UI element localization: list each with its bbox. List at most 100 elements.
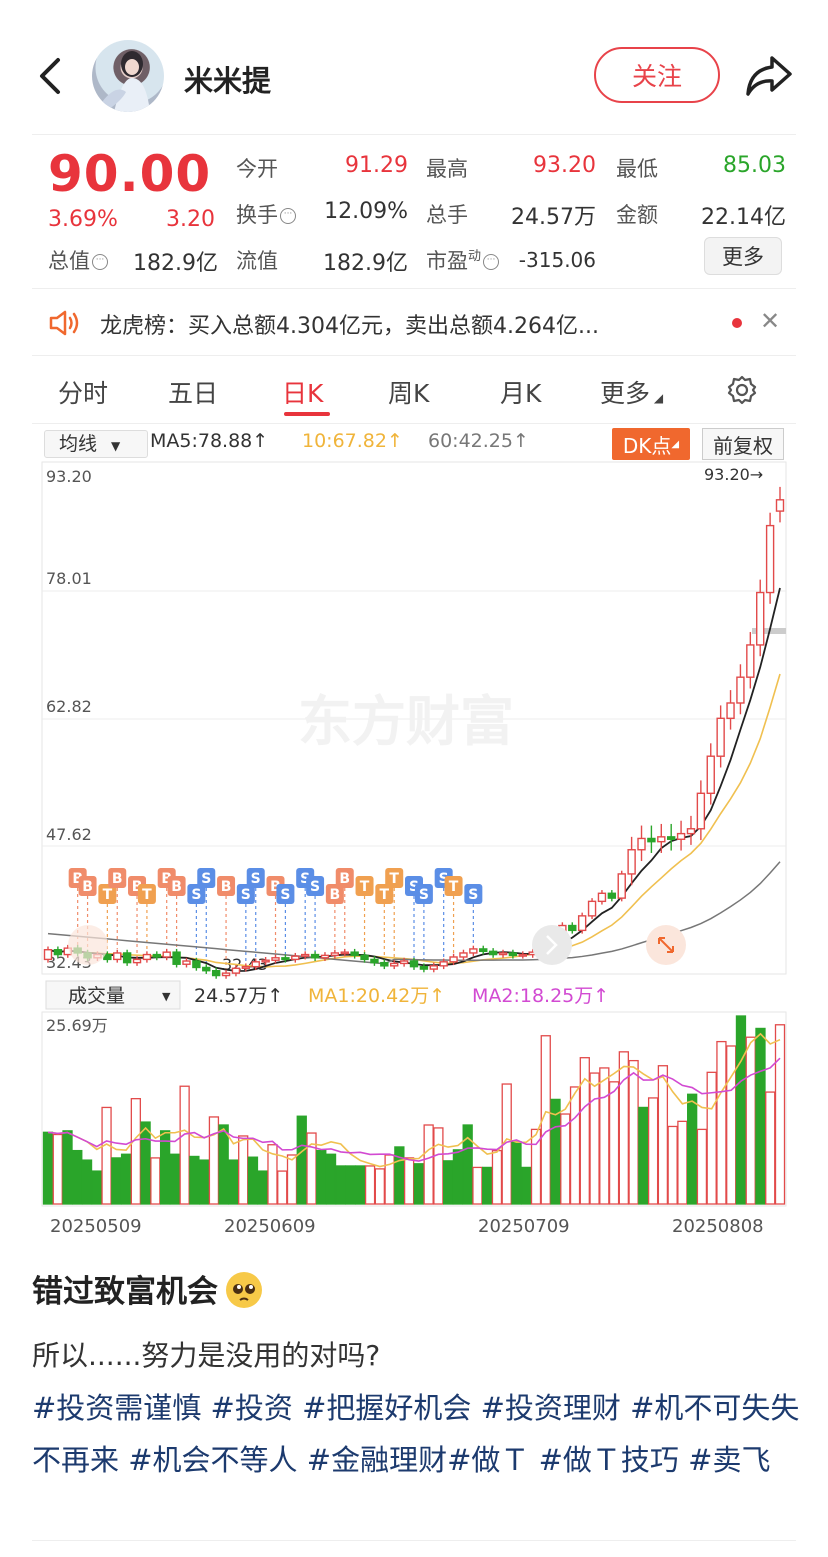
volume-toolbar: 成交量 ▼ 24.57万↑ MA1:20.42万↑ MA2:18.25万↑: [45, 980, 609, 1010]
kline-chart[interactable]: 均线 ▼ MA5:78.88↑ 10:67.82↑ 60:42.25↑ DK点 ◢…: [32, 424, 796, 1236]
volume-bar: [423, 1124, 434, 1205]
hashtag[interactable]: #机会不等人: [128, 1443, 297, 1477]
signal-flag-letter: T: [103, 887, 113, 903]
signal-flag-letter: S: [191, 887, 201, 903]
hashtag[interactable]: #做Ｔ: [447, 1443, 529, 1477]
dropdown-caret-icon: ▼: [162, 990, 171, 1003]
date-label: 20250609: [224, 1216, 316, 1236]
high-value: 93.20: [533, 153, 596, 178]
volume-bar: [111, 1157, 122, 1205]
pe-label: 市盈动 ···: [426, 245, 500, 275]
tab-monthly-k[interactable]: 月K: [500, 374, 541, 410]
y-tick-label: 47.62: [46, 825, 92, 844]
candle-body: [617, 873, 626, 899]
candle-body: [162, 951, 171, 958]
candle-body: [508, 952, 518, 957]
volume-bar: [472, 1166, 483, 1205]
date-label: 20250709: [478, 1216, 570, 1236]
more-button[interactable]: 更多: [704, 237, 782, 275]
info-icon[interactable]: ···: [92, 254, 108, 270]
banner-text: 龙虎榜：买入总额4.304亿元，卖出总额4.264亿...: [100, 314, 599, 339]
volume-bar: [208, 1116, 220, 1205]
y-tick-label: 62.82: [46, 697, 92, 716]
candle-body: [756, 591, 765, 646]
divider: [32, 1540, 796, 1541]
candle-body: [172, 951, 181, 965]
back-arrow-icon[interactable]: [34, 54, 74, 98]
volume-bar: [696, 1128, 708, 1205]
avatar[interactable]: [92, 40, 164, 112]
volume-bar: [101, 1106, 112, 1205]
info-icon[interactable]: ···: [280, 208, 296, 224]
signal-flag-letter: S: [201, 871, 211, 887]
share-icon[interactable]: [744, 52, 794, 98]
high-label: 最高: [426, 157, 468, 181]
candle-body: [340, 951, 349, 955]
candle-body: [647, 837, 656, 843]
volume-bar: [120, 1153, 132, 1205]
candle-body: [746, 644, 755, 678]
signal-flag-letter: S: [310, 879, 320, 895]
follow-button[interactable]: 关注: [594, 47, 720, 103]
hashtag[interactable]: #金融理财: [307, 1443, 447, 1477]
tab-intraday[interactable]: 分时: [58, 374, 108, 410]
hashtag[interactable]: #卖飞: [688, 1443, 770, 1477]
candle-body: [300, 953, 310, 957]
chart-canvas[interactable]: 东方财富 93.20 78.01 62.82 47.62 32.43 93.20…: [32, 424, 796, 1236]
volume-bar: [443, 1160, 454, 1205]
volume-bar: [491, 1149, 503, 1205]
candle-body: [370, 958, 379, 964]
signal-flag-letter: S: [280, 887, 290, 903]
float-cap-label: 流值: [236, 249, 278, 273]
open-value: 91.29: [345, 153, 408, 178]
volume-bar: [657, 1065, 669, 1205]
chart-tabs: 分时 五日 日K 周K 月K 更多 ◢: [32, 356, 796, 424]
volume-bar: [726, 1045, 737, 1205]
volume-bar: [774, 1024, 786, 1205]
info-icon[interactable]: ···: [483, 254, 500, 270]
candle-body: [429, 965, 438, 970]
volume-bar: [42, 1131, 54, 1205]
candle-body: [241, 965, 251, 969]
hashtag[interactable]: #投资理财: [481, 1391, 621, 1425]
volume-bar: [667, 1125, 678, 1205]
candle-body: [132, 958, 142, 964]
candle-body: [211, 969, 221, 977]
header: 米米提 关注: [0, 0, 828, 134]
candle-body: [261, 959, 270, 963]
candle-body: [449, 956, 458, 963]
volume-bar: [716, 1040, 727, 1205]
market-cap-label: 总值 ···: [48, 245, 108, 275]
volume-bar: [735, 1015, 747, 1205]
hashtag[interactable]: #把握好机会: [302, 1391, 471, 1425]
tab-weekly-k[interactable]: 周K: [388, 374, 429, 410]
candle-body: [459, 952, 468, 958]
candle-body: [380, 961, 389, 967]
tab-more[interactable]: 更多 ◢: [600, 374, 663, 410]
volume-bar: [482, 1166, 493, 1205]
close-icon[interactable]: ✕: [760, 307, 780, 335]
candle-body: [439, 961, 448, 967]
volume-bar: [150, 1157, 161, 1205]
settings-gear-icon[interactable]: [726, 374, 758, 406]
turnover-value: 12.09%: [324, 199, 408, 224]
candle-body: [390, 962, 399, 967]
candle-body: [568, 924, 577, 932]
signal-flag-letter: T: [360, 879, 370, 895]
volume-bar: [296, 1115, 307, 1205]
username[interactable]: 米米提: [184, 58, 271, 100]
notification-dot: [732, 318, 742, 328]
tab-five-day[interactable]: 五日: [168, 374, 218, 410]
hashtag[interactable]: #做Ｔ技巧: [539, 1443, 679, 1477]
hashtag[interactable]: #投资需谨慎: [32, 1391, 201, 1425]
candle-body: [498, 952, 508, 956]
volume-bar: [560, 1113, 571, 1205]
volume-bar: [452, 1149, 464, 1205]
volume-bar: [569, 1086, 581, 1205]
signal-flag-letter: B: [112, 871, 123, 887]
dragon-tiger-banner[interactable]: 龙虎榜：买入总额4.304亿元，卖出总额4.264亿... ✕: [32, 288, 796, 356]
tab-daily-k[interactable]: 日K: [282, 374, 323, 410]
volume-bar: [628, 1059, 639, 1205]
hashtag[interactable]: #投资: [211, 1391, 293, 1425]
volume-bar: [257, 1170, 268, 1205]
